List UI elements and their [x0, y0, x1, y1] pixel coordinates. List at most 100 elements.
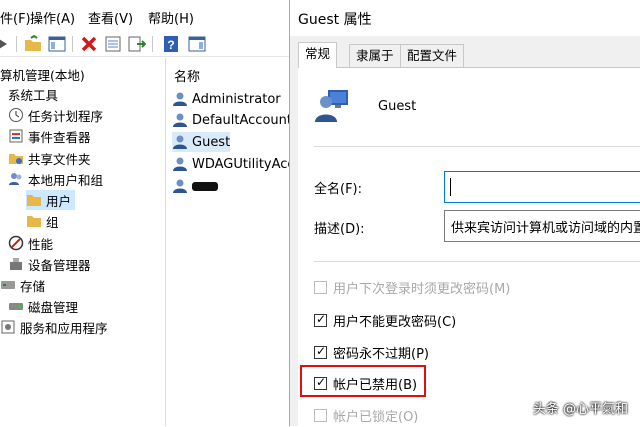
tree-item-groups[interactable]: 组 [26, 211, 59, 231]
list-item[interactable]: DefaultAccount [172, 110, 292, 130]
list-item-label: DefaultAccount [192, 112, 292, 128]
user-account-icon [315, 90, 348, 122]
user-icon [173, 157, 187, 171]
user-icon [173, 135, 187, 149]
checkbox-cannot-change-password[interactable]: ✓ 用户不能更改密码(C) [314, 310, 456, 330]
tab-label: 隶属于 [356, 48, 394, 63]
tree-item-users[interactable]: 用户 [26, 190, 76, 210]
tree-item-root[interactable]: 算机管理(本地) [0, 64, 85, 84]
tree-item-disk-management[interactable]: 磁盘管理 [8, 296, 78, 316]
tree-item-task-scheduler[interactable]: 任务计划程序 [8, 105, 103, 125]
menu-view[interactable]: 查看(V) [88, 8, 133, 27]
list-item-label: WDAGUtilityAcc [192, 156, 295, 172]
performance-icon [8, 235, 24, 251]
toolbar-separator [72, 36, 73, 52]
list-item-label: Administrator [192, 91, 281, 107]
tree-item-label: 系统工具 [8, 87, 59, 103]
shared-folder-icon [9, 154, 23, 164]
checkbox-password-never-expires[interactable]: ✓ 密码永不过期(P) [314, 342, 429, 362]
tab-member-of[interactable]: 隶属于 [349, 44, 401, 67]
user-icon [173, 113, 187, 127]
guest-properties-dialog: Guest 属性 常规 隶属于 配置文件 Guest 全名(F): 描述(D):… [289, 0, 640, 427]
tree-item-label: 组 [46, 214, 59, 230]
list-item[interactable]: WDAGUtilityAcc [172, 154, 295, 174]
folder-icon [27, 216, 41, 227]
tree-item-label: 本地用户和组 [28, 172, 104, 188]
red-highlight-box [300, 365, 426, 397]
fullname-input[interactable] [444, 171, 640, 203]
checkbox-must-change-password[interactable]: 用户下次登录时须更改密码(M) [314, 277, 510, 297]
tree-item-local-users-groups[interactable]: 本地用户和组 [8, 169, 103, 189]
checkbox-box[interactable]: ✓ [314, 343, 327, 359]
dialog-tabs: 常规 隶属于 配置文件 [290, 42, 640, 68]
device-manager-icon [10, 258, 22, 270]
show-hide-tree-icon[interactable] [48, 35, 66, 53]
checkbox-box[interactable]: ✓ [314, 311, 327, 327]
tree-item-device-manager[interactable]: 设备管理器 [8, 254, 91, 274]
export-list-icon[interactable] [128, 35, 146, 53]
tab-profile[interactable]: 配置文件 [400, 44, 465, 67]
dialog-title-bar: Guest 属性 [290, 0, 640, 36]
services-icon [1, 320, 15, 334]
console-tree: 算机管理(本地) 系统工具 任务计划程序 事件查看器 共享文件夹 本地用户和组 … [0, 58, 166, 426]
user-name: Guest [378, 99, 417, 114]
user-icon [173, 179, 187, 193]
tree-item-label: 事件查看器 [28, 129, 91, 145]
checkbox-label: 密码永不过期(P) [333, 346, 429, 362]
checkmark-icon: ✓ [316, 343, 327, 358]
fullname-label: 全名(F): [314, 182, 363, 197]
show-action-pane-icon[interactable] [188, 35, 206, 53]
tree-item-performance[interactable]: 性能 [8, 233, 53, 253]
tree-item-label: 磁盘管理 [28, 299, 79, 315]
tree-item-label: 共享文件夹 [28, 151, 91, 167]
tree-item-label: 算机管理(本地) [0, 67, 85, 83]
divider [314, 261, 640, 262]
checkbox-label: 帐户已锁定(O) [333, 409, 419, 425]
menu-bar: 件(F) 操作(A) 查看(V) 帮助(H) [0, 0, 290, 32]
toolbar: ? [0, 32, 290, 57]
text-caret [450, 178, 451, 196]
dialog-title: Guest 属性 [298, 12, 372, 28]
delete-icon[interactable] [80, 35, 98, 53]
menu-help[interactable]: 帮助(H) [148, 8, 194, 27]
description-value: 供来宾访问计算机或访问域的内置 [451, 221, 640, 236]
storage-icon [1, 281, 15, 289]
list-item[interactable]: Administrator [172, 89, 281, 109]
tree-item-label: 性能 [28, 236, 54, 252]
forward-icon[interactable] [0, 35, 14, 53]
tree-item-label: 服务和应用程序 [20, 320, 108, 336]
toolbar-separator [16, 36, 17, 52]
menu-file[interactable]: 件(F) [0, 8, 31, 27]
checkmark-icon: ✓ [316, 311, 327, 326]
tree-item-storage[interactable]: 存储 [0, 275, 45, 295]
list-item-selected[interactable]: Guest [172, 132, 231, 152]
folder-icon [27, 195, 41, 206]
tab-label: 配置文件 [407, 48, 458, 63]
properties-icon[interactable] [104, 35, 122, 53]
watermark: 头条 @心平氣和 [532, 402, 628, 417]
help-icon[interactable]: ? [162, 35, 180, 53]
tree-item-shared-folders[interactable]: 共享文件夹 [8, 148, 91, 168]
up-folder-icon[interactable] [24, 35, 42, 53]
list-item-redacted[interactable] [172, 176, 218, 196]
tab-label: 常规 [305, 46, 331, 61]
tab-general[interactable]: 常规 [298, 42, 338, 68]
tree-item-label: 用户 [46, 193, 72, 209]
tree-item-system-tools[interactable]: 系统工具 [8, 84, 58, 104]
users-icon [9, 173, 22, 185]
tree-item-label: 任务计划程序 [28, 108, 104, 124]
toolbar-separator [152, 36, 153, 52]
checkbox-box[interactable] [314, 408, 327, 422]
checkbox-box[interactable] [314, 280, 327, 294]
list-item-label: Guest [192, 134, 231, 150]
tree-item-services-apps[interactable]: 服务和应用程序 [0, 317, 108, 337]
menu-action[interactable]: 操作(A) [30, 8, 75, 27]
user-icon [173, 92, 187, 106]
column-header-name[interactable]: 名称 [174, 66, 200, 85]
checkbox-label: 用户不能更改密码(C) [333, 314, 457, 330]
description-input[interactable]: 供来宾访问计算机或访问域的内置 [444, 210, 640, 242]
event-viewer-icon [9, 129, 23, 143]
checkbox-account-locked[interactable]: 帐户已锁定(O) [314, 405, 418, 425]
tree-item-event-viewer[interactable]: 事件查看器 [8, 126, 91, 146]
users-list: 名称 Administrator DefaultAccount Guest WD… [166, 58, 295, 426]
